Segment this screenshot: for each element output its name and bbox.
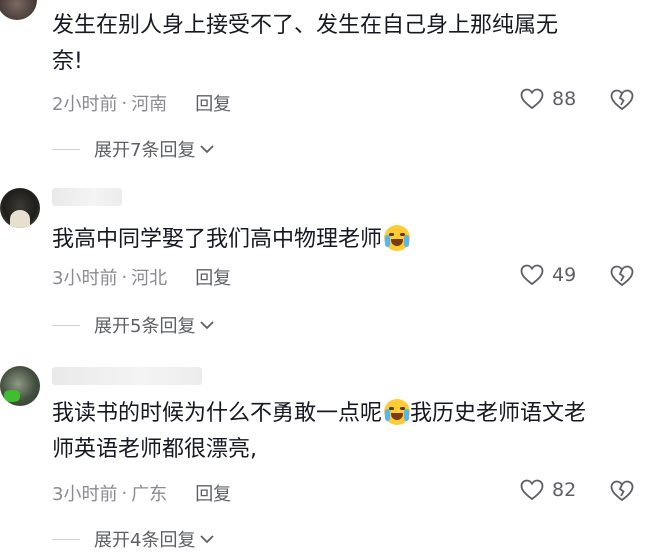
avatar[interactable]	[0, 0, 37, 20]
comment-text: 我读书的时候为什么不勇敢一点呢 我历史老师语文老师英语老师都很漂亮,	[52, 396, 642, 468]
reply-button[interactable]: 回复	[195, 264, 231, 290]
divider-line	[52, 538, 80, 540]
comment-text-line: 发生在别人身上接受不了、发生在自己身上那纯属无	[52, 13, 559, 38]
avatar[interactable]	[0, 188, 40, 228]
dislike-button[interactable]	[610, 265, 634, 291]
comment-meta: 2小时前 · 河南 回复	[52, 90, 231, 116]
meta-separator: ·	[121, 482, 128, 504]
comment-location: 河南	[131, 94, 168, 115]
comment-time: 3小时前	[52, 484, 118, 505]
expand-replies-button[interactable]: 展开5条回复	[52, 312, 215, 338]
crying-laughing-emoji	[384, 399, 411, 425]
comment-text-line: 我读书的时候为什么不勇敢一点呢	[52, 401, 383, 426]
like-button[interactable]: 82	[520, 479, 576, 501]
username-blurred[interactable]	[52, 367, 202, 385]
like-count: 49	[552, 264, 577, 286]
broken-heart-icon	[610, 480, 634, 502]
chevron-down-icon	[200, 535, 215, 544]
expand-replies-button[interactable]: 展开7条回复	[52, 136, 215, 162]
like-button[interactable]: 88	[520, 88, 576, 110]
comment-location: 河北	[131, 268, 168, 289]
reply-button[interactable]: 回复	[195, 90, 231, 116]
heart-outline-icon	[520, 88, 544, 110]
meta-separator: ·	[121, 92, 128, 114]
comment-time: 2小时前	[52, 94, 118, 115]
like-count: 82	[552, 479, 577, 501]
expand-label: 展开5条回复	[94, 316, 196, 337]
comment-time: 3小时前	[52, 268, 118, 289]
comment-text-line: 师英语老师都很漂亮,	[52, 437, 257, 462]
expand-replies-button[interactable]: 展开4条回复	[52, 526, 215, 552]
comment-text: 我高中同学娶了我们高中物理老师	[52, 222, 642, 258]
crying-laughing-emoji	[384, 225, 411, 251]
expand-label: 展开4条回复	[94, 530, 196, 551]
comment-meta: 3小时前 · 河北 回复	[52, 264, 231, 290]
dislike-button[interactable]	[610, 89, 634, 115]
comment-text-line: 我高中同学娶了我们高中物理老师	[52, 227, 383, 252]
username-blurred[interactable]	[52, 188, 122, 206]
comment-text-line: 我历史老师语文老	[410, 401, 587, 426]
heart-outline-icon	[520, 479, 544, 501]
like-count: 88	[552, 88, 577, 110]
comment-text-line: 奈!	[52, 49, 83, 74]
divider-line	[52, 324, 80, 326]
broken-heart-icon	[610, 89, 634, 111]
comment-text: 发生在别人身上接受不了、发生在自己身上那纯属无 奈!	[52, 8, 642, 80]
dislike-button[interactable]	[610, 480, 634, 506]
expand-label: 展开7条回复	[94, 140, 196, 161]
chevron-down-icon	[200, 145, 215, 154]
like-button[interactable]: 49	[520, 264, 576, 286]
heart-outline-icon	[520, 264, 544, 286]
broken-heart-icon	[610, 265, 634, 287]
chevron-down-icon	[200, 321, 215, 330]
reply-button[interactable]: 回复	[195, 480, 231, 506]
divider-line	[52, 148, 80, 150]
meta-separator: ·	[121, 266, 128, 288]
comment-location: 广东	[131, 484, 168, 505]
avatar[interactable]	[0, 366, 40, 406]
comment-meta: 3小时前 · 广东 回复	[52, 480, 231, 506]
